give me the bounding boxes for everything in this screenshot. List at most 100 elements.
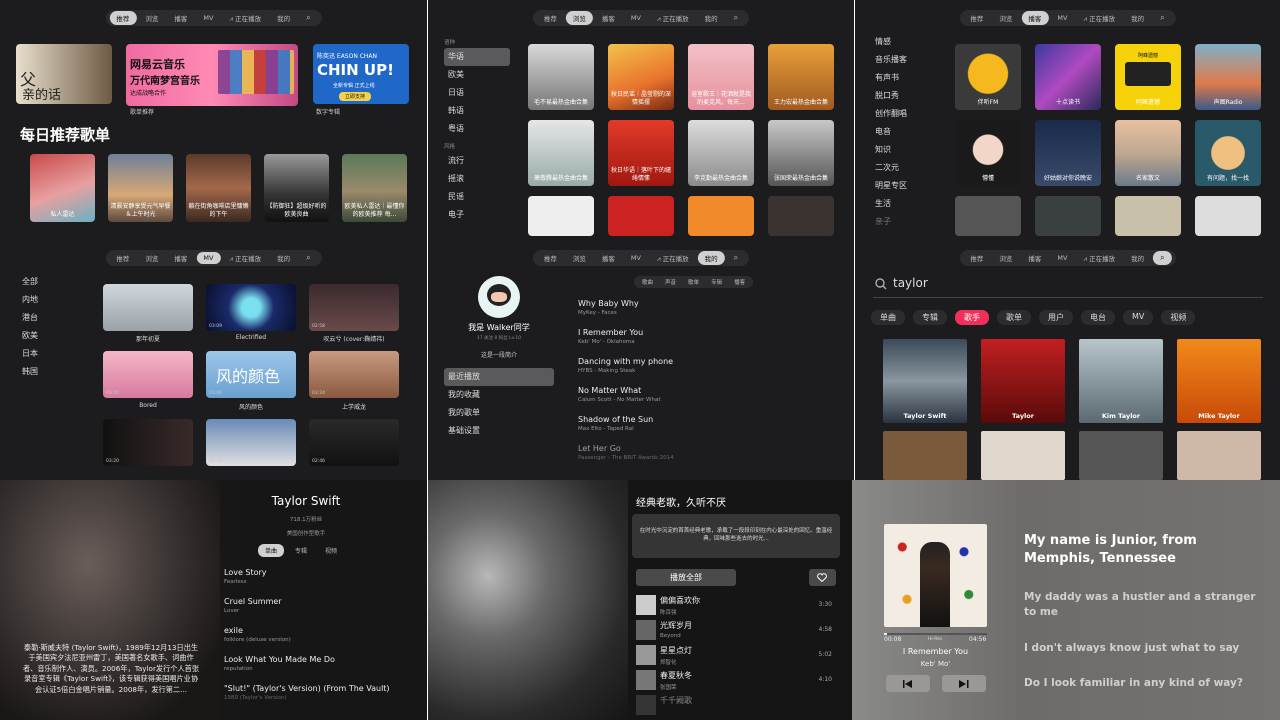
song-row[interactable]: 星星点灯 郑智化 5:02 bbox=[636, 645, 836, 666]
mv-thumbnail[interactable]: 03:09 bbox=[206, 284, 296, 331]
tab-browse[interactable]: 浏览 bbox=[992, 251, 1019, 265]
search-bar[interactable]: taylor bbox=[873, 274, 1263, 298]
tab-podcast[interactable]: 播客 bbox=[595, 251, 622, 265]
region-item[interactable]: 韩国 bbox=[22, 363, 38, 381]
tab-albums[interactable]: 专辑 bbox=[913, 310, 947, 325]
tab-mine[interactable]: 我的 bbox=[1124, 11, 1151, 25]
tab-podcast[interactable]: 播客 bbox=[1021, 11, 1049, 25]
tab-mv[interactable]: MV bbox=[196, 252, 221, 264]
search-icon[interactable]: ⌕ bbox=[727, 11, 745, 25]
tab-videos[interactable]: 视频 bbox=[318, 544, 344, 557]
tab-artists[interactable]: 歌手 bbox=[955, 310, 989, 325]
song-row[interactable]: Look What You Made Me Do reputation bbox=[224, 655, 335, 672]
playlist-card[interactable]: 萧敬腾最热金曲合集 bbox=[528, 120, 594, 186]
tab-now-playing[interactable]: ⩘ 正在播放 bbox=[1076, 251, 1122, 266]
playlist-card[interactable] bbox=[688, 196, 754, 236]
mv-thumbnail[interactable]: 03:20 bbox=[103, 419, 193, 466]
next-button[interactable] bbox=[942, 675, 986, 692]
artist-card[interactable]: Taylor Swift bbox=[883, 339, 967, 423]
tab-podcasts[interactable]: 播客 bbox=[729, 278, 750, 286]
search-icon[interactable]: ⌕ bbox=[299, 11, 317, 25]
sidebar-item[interactable]: 欧美 bbox=[444, 66, 510, 84]
banner-father[interactable]: 父 亲的话 bbox=[16, 44, 112, 104]
sidebar-item[interactable]: 摇滚 bbox=[444, 170, 510, 188]
tab-now-playing[interactable]: ⩘ 正在播放 bbox=[222, 11, 268, 26]
song-row[interactable]: No Matter What Calum Scott - No Matter Wh… bbox=[578, 386, 661, 403]
tab-songs[interactable]: 单曲 bbox=[871, 310, 905, 325]
podcast-card[interactable]: 阿峰遗憾 阿峰遗憾 bbox=[1115, 44, 1181, 110]
play-all-button[interactable]: 播放全部 bbox=[636, 569, 736, 586]
playlist-card[interactable]: 秋日华语｜落叶下的缱绻情愫 bbox=[608, 120, 674, 186]
song-row[interactable]: 千千阙歌 bbox=[636, 695, 836, 715]
podcast-card[interactable] bbox=[1115, 196, 1181, 236]
category-item[interactable]: 电音 bbox=[875, 123, 907, 141]
menu-item-settings[interactable]: 基础设置 bbox=[444, 422, 554, 440]
tab-browse[interactable]: 浏览 bbox=[992, 11, 1019, 25]
tab-now-playing[interactable]: ⩘ 正在播放 bbox=[1076, 11, 1122, 26]
progress-track[interactable] bbox=[884, 633, 987, 635]
region-item[interactable]: 港台 bbox=[22, 309, 38, 327]
category-item[interactable]: 脱口秀 bbox=[875, 87, 907, 105]
category-item[interactable]: 情感 bbox=[875, 33, 907, 51]
tab-podcast[interactable]: 播客 bbox=[167, 11, 194, 25]
tab-playlists[interactable]: 歌单 bbox=[997, 310, 1031, 325]
category-item[interactable]: 二次元 bbox=[875, 159, 907, 177]
tab-playlists[interactable]: 歌单 bbox=[683, 278, 704, 286]
tab-mine[interactable]: 我的 bbox=[698, 11, 725, 25]
region-item[interactable]: 日本 bbox=[22, 345, 38, 363]
playlist-card[interactable]: 躺在街角咖啡店里慵懒的下午 bbox=[186, 154, 251, 222]
podcast-card[interactable]: 名家散文 bbox=[1115, 120, 1181, 186]
region-item[interactable]: 全部 bbox=[22, 273, 38, 291]
favorite-button[interactable] bbox=[809, 569, 836, 586]
tab-videos[interactable]: 视频 bbox=[1161, 310, 1196, 325]
playlist-card[interactable]: 张国荣最热金曲合集 bbox=[768, 120, 834, 186]
tab-browse[interactable]: 浏览 bbox=[565, 11, 593, 25]
tab-mv[interactable]: MV bbox=[196, 12, 220, 24]
search-icon[interactable]: ⌕ bbox=[727, 251, 745, 265]
tab-recommend[interactable]: 推荐 bbox=[109, 11, 137, 25]
tab-now-playing[interactable]: ⩘ 正在播放 bbox=[650, 251, 696, 266]
sidebar-item[interactable]: 华语 bbox=[444, 48, 510, 66]
song-row[interactable]: I Remember You Keb' Mo' - Oklahoma bbox=[578, 328, 643, 345]
tab-recommend[interactable]: 推荐 bbox=[963, 11, 990, 25]
podcast-card[interactable]: 伴听FM bbox=[955, 44, 1021, 110]
tab-songs[interactable]: 歌曲 bbox=[637, 278, 658, 286]
category-item[interactable]: 明星专区 bbox=[875, 177, 907, 195]
podcast-card[interactable] bbox=[1195, 196, 1261, 236]
song-row[interactable]: 春夏秋冬 张国荣 4:10 bbox=[636, 670, 836, 691]
tab-mv[interactable]: MV bbox=[1123, 310, 1154, 325]
tab-albums[interactable]: 专辑 bbox=[706, 278, 727, 286]
menu-item-playlists[interactable]: 我的歌单 bbox=[444, 404, 554, 422]
mv-thumbnail[interactable]: 02:36 bbox=[206, 419, 296, 466]
artist-card[interactable] bbox=[1079, 431, 1163, 480]
tab-recommend[interactable]: 推荐 bbox=[537, 11, 564, 25]
playlist-card[interactable] bbox=[768, 196, 834, 236]
sidebar-item[interactable]: 民谣 bbox=[444, 188, 510, 206]
mv-thumbnail[interactable]: 03:24 bbox=[309, 351, 399, 398]
playlist-card[interactable]: 王力宏最热金曲合集 bbox=[768, 44, 834, 110]
song-row[interactable]: exile folklore (deluxe version) bbox=[224, 626, 291, 643]
song-row[interactable]: Cruel Summer Lover bbox=[224, 597, 282, 614]
song-row[interactable]: 偏偏喜欢你 陈百强 3:30 bbox=[636, 595, 836, 616]
tab-podcast[interactable]: 播客 bbox=[167, 251, 194, 265]
avatar[interactable] bbox=[478, 276, 520, 318]
tab-songs[interactable]: 单曲 bbox=[258, 544, 285, 557]
sidebar-item[interactable]: 韩语 bbox=[444, 102, 510, 120]
playlist-card[interactable]: 欧美私人雷达｜最懂你的欧美推荐 每... bbox=[342, 154, 407, 222]
banner-netease[interactable]: 网易云音乐 万代南梦宫音乐 达成战略合作 bbox=[126, 44, 298, 106]
playlist-card[interactable] bbox=[528, 196, 594, 236]
tab-browse[interactable]: 浏览 bbox=[138, 251, 165, 265]
tab-mv[interactable]: MV bbox=[624, 252, 648, 264]
podcast-card[interactable] bbox=[1035, 196, 1101, 236]
category-item[interactable]: 生活 bbox=[875, 195, 907, 213]
banner-eason[interactable]: 陈奕迅 EASON CHAN CHIN UP! 全新专辑 正式上线 立即支持 bbox=[313, 44, 409, 104]
playlist-card[interactable]: 私人雷达 bbox=[30, 154, 95, 222]
category-item[interactable]: 知识 bbox=[875, 141, 907, 159]
sidebar-item[interactable]: 电子 bbox=[444, 206, 510, 224]
tab-mv[interactable]: MV bbox=[1050, 252, 1074, 264]
tab-browse[interactable]: 浏览 bbox=[566, 251, 593, 265]
tab-podcast[interactable]: 播客 bbox=[1021, 251, 1048, 265]
podcast-card[interactable]: 十点读书 bbox=[1035, 44, 1101, 110]
sidebar-item[interactable]: 粤语 bbox=[444, 120, 510, 138]
support-button[interactable]: 立即支持 bbox=[339, 92, 372, 101]
